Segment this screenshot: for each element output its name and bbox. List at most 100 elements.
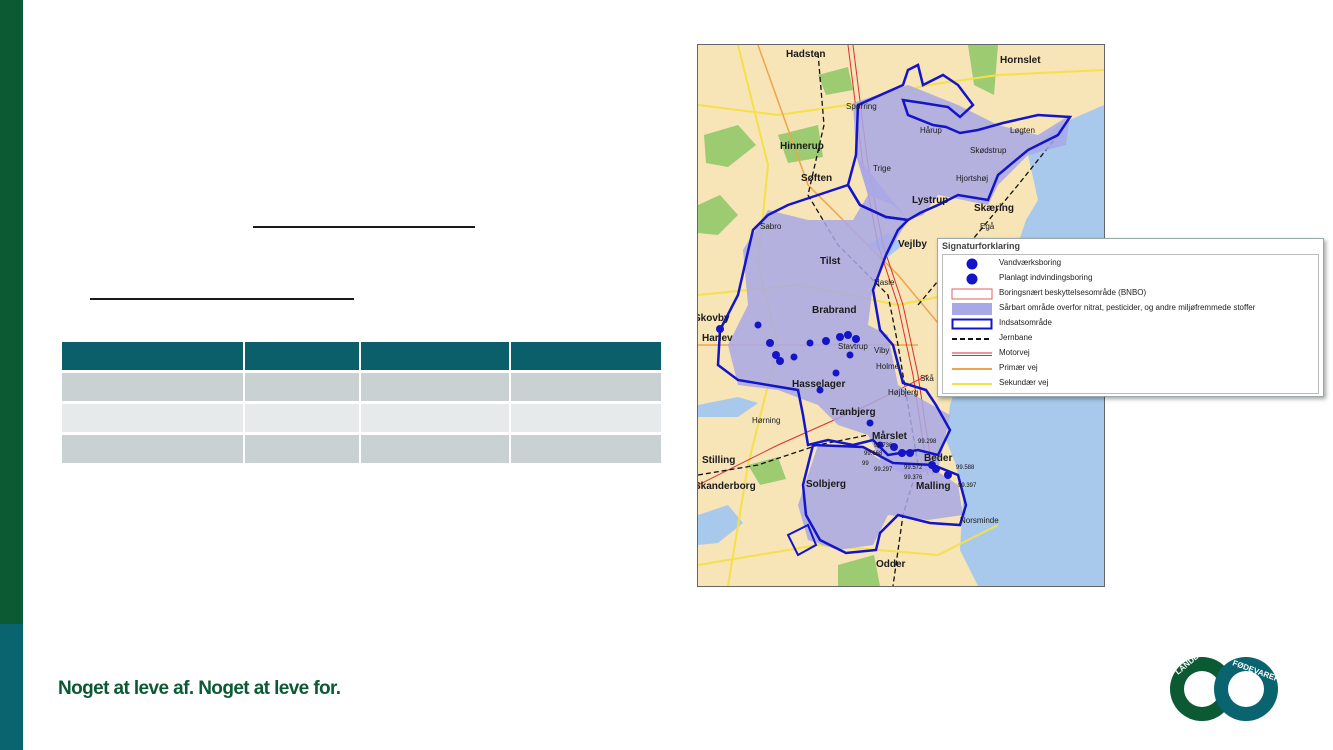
- legend-item: Planlagt indvindingsboring: [943, 272, 1318, 286]
- town-label: Løgten: [1010, 126, 1035, 135]
- forest: [818, 67, 853, 95]
- town-label: Trige: [873, 164, 891, 173]
- well-dot: [906, 449, 914, 457]
- table-row: [62, 435, 661, 466]
- town-label: Lystrup: [912, 195, 948, 206]
- well-dot: [846, 351, 854, 359]
- vulnerable-area-icon: [952, 303, 992, 315]
- well-number: 99: [862, 461, 869, 467]
- text-underline-1: [253, 226, 475, 228]
- well-dot: [836, 333, 844, 341]
- town-label: Hårup: [920, 126, 942, 135]
- table-header-cell: [245, 342, 362, 373]
- data-table: [62, 342, 661, 466]
- legend-item: Boringsnært beskyttelsesområde (BNBO): [943, 287, 1318, 301]
- planned-well-dot-icon: [966, 273, 978, 285]
- town-label: Norsminde: [960, 516, 999, 525]
- town-label: Skanderborg: [698, 481, 756, 492]
- legend-item: Indsatsområde: [943, 317, 1318, 331]
- town-label: Hornslet: [1000, 55, 1041, 66]
- town-label: Sabro: [760, 222, 782, 231]
- town-label: Holme: [876, 362, 900, 371]
- well-number: 99.572: [904, 465, 923, 471]
- well-dot: [944, 471, 952, 479]
- forest: [968, 45, 998, 95]
- legend-items: Vandværksboring Planlagt indvindingsbori…: [942, 254, 1319, 394]
- forest: [838, 555, 880, 586]
- well-number: 99.376: [904, 475, 923, 481]
- town-label: Søften: [801, 173, 832, 184]
- side-bar-teal: [0, 624, 23, 750]
- landbrug-foedevarer-logo: LANDBRUG FØDEVARER: [1170, 655, 1280, 721]
- well-number: 99.736: [874, 443, 893, 449]
- well-dot: [932, 465, 940, 473]
- town-label: Skå: [920, 374, 934, 383]
- bnbo-box-icon: [951, 288, 993, 300]
- text-underline-2: [90, 298, 354, 300]
- well-dot-icon: [966, 258, 978, 270]
- well-dot: [766, 339, 774, 347]
- forest: [704, 125, 756, 167]
- well-dot: [790, 353, 798, 361]
- legend-item: Sekundær vej: [943, 377, 1318, 391]
- town-label: Mårslet: [872, 430, 908, 442]
- well-dot: [898, 449, 906, 457]
- well-number: 99.588: [956, 465, 975, 471]
- table-header-row: [62, 342, 661, 373]
- well-dot: [822, 337, 830, 345]
- town-label: Højbjerg: [888, 388, 918, 397]
- town-label: Hjortshøj: [956, 174, 988, 183]
- well-dot: [844, 331, 852, 339]
- town-label: Brabrand: [812, 305, 856, 316]
- lake: [698, 397, 758, 417]
- town-label: Tilst: [820, 256, 841, 267]
- table-row: [62, 373, 661, 404]
- town-label: Viby: [874, 346, 889, 355]
- table-header-cell: [62, 342, 246, 373]
- town-label: Skæring: [974, 203, 1014, 214]
- town-label: Egå: [980, 222, 995, 231]
- well-dot: [832, 369, 840, 377]
- table-header-cell: [510, 342, 661, 373]
- town-label: Skovby: [698, 313, 730, 324]
- side-bar-green: [0, 0, 23, 624]
- town-label: Hasselager: [792, 379, 845, 390]
- legend-item: Primær vej: [943, 362, 1318, 376]
- town-label: Tranbjerg: [830, 407, 876, 418]
- town-label: Malling: [916, 481, 950, 492]
- forest: [698, 195, 738, 235]
- well-dot: [806, 339, 814, 347]
- legend-title: Signaturforklaring: [942, 241, 1021, 251]
- town-label: Odder: [876, 559, 906, 570]
- town-label: Skødstrup: [970, 146, 1007, 155]
- well-dot: [866, 419, 874, 427]
- table-header-cell: [361, 342, 511, 373]
- legend-item: Sårbart område overfor nitrat, pesticide…: [943, 302, 1318, 316]
- legend-item: Jernbane: [943, 332, 1318, 346]
- table-row: [62, 404, 661, 435]
- town-label: Hasle: [874, 278, 895, 287]
- well-number: 99.668: [864, 451, 883, 457]
- well-dot: [754, 321, 762, 329]
- town-label: Stavtrup: [838, 342, 868, 351]
- town-label: Vejlby: [898, 239, 927, 250]
- well-dot: [716, 325, 724, 333]
- town-label: Solbjerg: [806, 479, 846, 490]
- town-label: Spørring: [846, 102, 877, 111]
- well-number: 99.397: [958, 483, 977, 489]
- legend-item: Vandværksboring: [943, 257, 1318, 271]
- legend-item: Motorvej: [943, 347, 1318, 361]
- town-label: Hørning: [752, 416, 780, 425]
- town-label: Beder: [924, 453, 952, 464]
- well-number: 99.298: [918, 439, 937, 445]
- slogan: Noget at leve af. Noget at leve for.: [58, 678, 341, 699]
- motorway-icon: [952, 352, 992, 356]
- map-legend: Signaturforklaring Vandværksboring Planl…: [937, 238, 1324, 397]
- town-label: Hadsten: [786, 49, 825, 60]
- town-label: Stilling: [702, 455, 735, 466]
- secondary-road-icon: [952, 383, 992, 385]
- action-area-icon: [951, 318, 993, 330]
- railway-icon: [952, 338, 992, 340]
- primary-road-icon: [952, 368, 992, 370]
- town-label: Harlev: [702, 333, 733, 344]
